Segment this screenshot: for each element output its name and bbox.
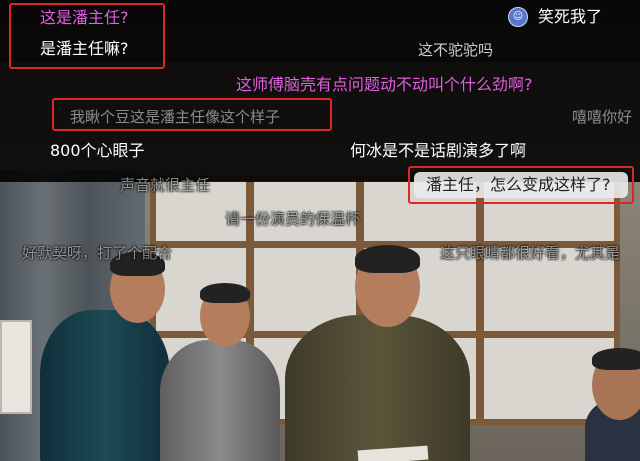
danmaku-right-cut: 嘻嘻你好: [572, 108, 633, 126]
avatar-icon: ☺: [508, 7, 528, 27]
danmaku-right-long: 这只眼睛都很好看，尤其是: [440, 244, 621, 262]
danmaku-funny: 好默契呀，打了个配合: [22, 244, 173, 262]
danmaku-800-heart: 800个心眼子: [50, 141, 145, 160]
whiteboard: [0, 320, 32, 414]
danmaku-teacher-cup: 请一份演员的保温杯: [225, 210, 361, 228]
highlight-box-right: [408, 166, 634, 204]
danmaku-camel: 这不驼驼吗: [418, 41, 494, 59]
danmaku-purple-question: 这师傅脑壳有点问题动不动叫个什么劲啊?: [236, 75, 533, 94]
person-middle: [160, 340, 280, 461]
danmaku-voice: 声音就很主任: [120, 176, 211, 194]
highlight-box-middle: [52, 98, 332, 131]
person-center: [285, 315, 470, 461]
danmaku-laugh: 笑死我了: [538, 7, 603, 26]
highlight-box-top-left: [9, 3, 165, 69]
person-left: [40, 310, 170, 461]
danmaku-hebing: 何冰是不是话剧演多了啊: [350, 141, 527, 160]
